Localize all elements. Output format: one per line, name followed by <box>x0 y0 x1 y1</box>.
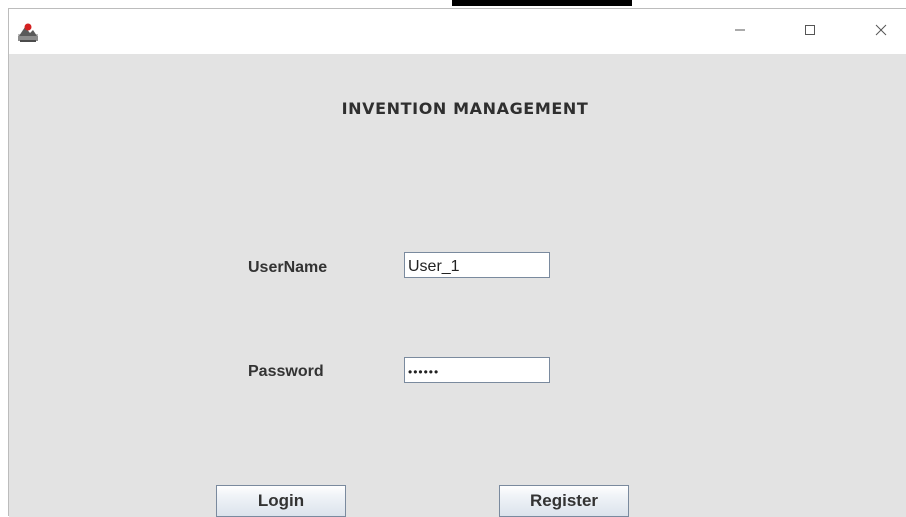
login-button[interactable]: Login <box>216 485 346 517</box>
close-button[interactable] <box>858 9 904 54</box>
maximize-button[interactable] <box>787 9 833 54</box>
minimize-icon <box>734 23 746 41</box>
username-field[interactable] <box>404 252 550 278</box>
maximize-icon <box>804 23 816 41</box>
app-window: INVENTION MANAGEMENT UserName Password L… <box>8 8 906 517</box>
page-title: INVENTION MANAGEMENT <box>341 99 589 118</box>
username-label: UserName <box>248 259 328 276</box>
login-panel: INVENTION MANAGEMENT UserName Password L… <box>9 54 906 517</box>
register-button[interactable]: Register <box>499 485 629 517</box>
password-label: Password <box>248 363 324 380</box>
minimize-button[interactable] <box>717 9 763 54</box>
close-icon <box>875 23 887 41</box>
password-field[interactable] <box>404 357 550 383</box>
java-app-icon <box>17 21 39 43</box>
top-black-bar <box>452 0 632 6</box>
title-bar[interactable] <box>9 9 906 54</box>
